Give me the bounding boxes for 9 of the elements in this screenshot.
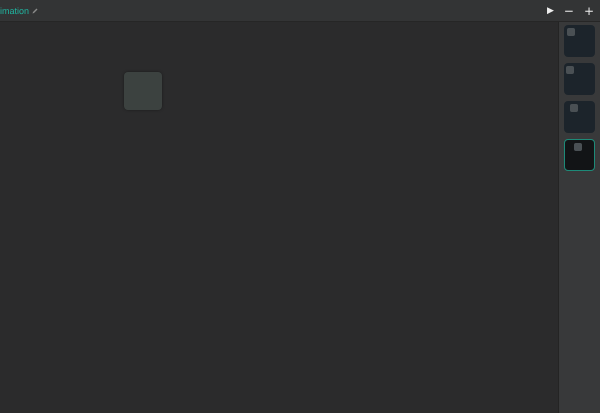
frame-thumbnail[interactable]	[564, 63, 595, 95]
zoom-out-button[interactable]: −	[560, 4, 578, 18]
frame-thumbnail[interactable]	[564, 101, 595, 133]
frame-thumbnail[interactable]	[564, 139, 595, 171]
play-button[interactable]: ▶	[542, 4, 558, 18]
frame-thumbnail[interactable]	[564, 25, 595, 57]
zoom-in-button[interactable]: +	[580, 4, 598, 18]
pencil-icon[interactable]	[32, 8, 38, 14]
animation-title: imation	[0, 6, 30, 16]
